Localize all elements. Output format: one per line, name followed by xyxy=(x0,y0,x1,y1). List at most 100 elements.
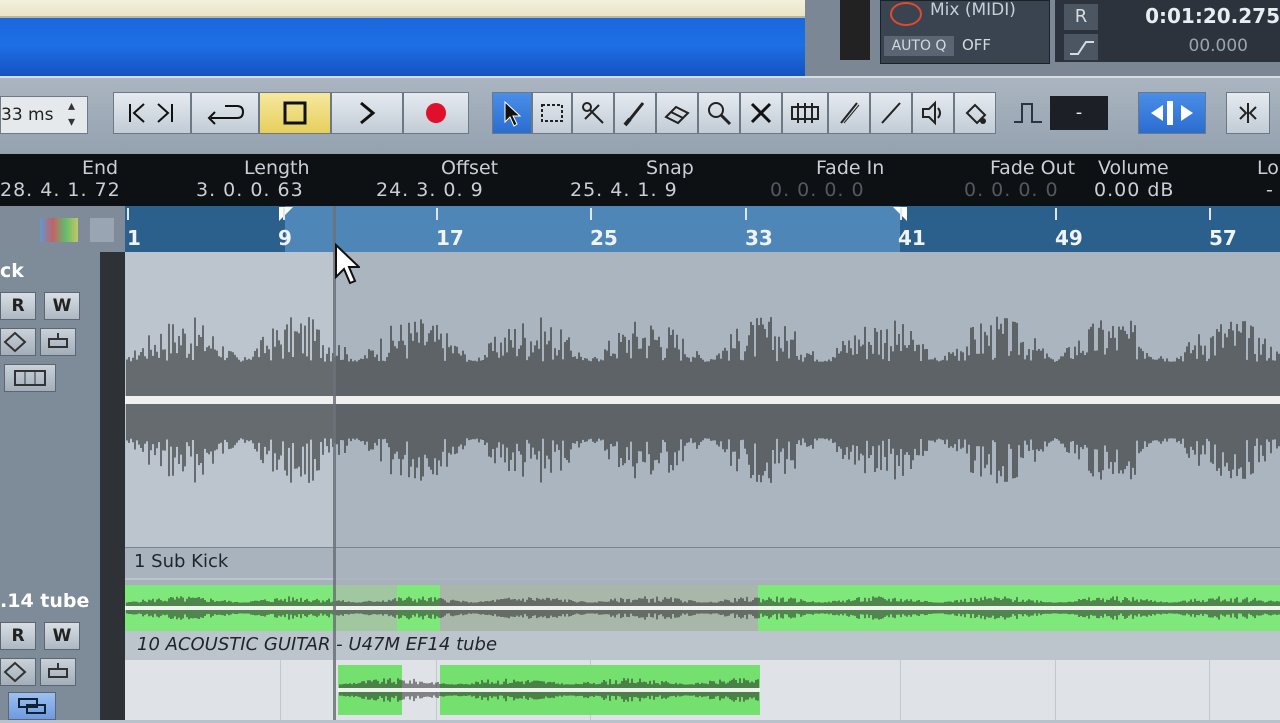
color-tool[interactable] xyxy=(954,92,996,134)
read-button[interactable]: R xyxy=(1064,4,1098,30)
info-header-offset: Offset xyxy=(441,157,499,179)
autoq-button[interactable]: AUTO Q xyxy=(884,36,954,56)
grid-line xyxy=(1209,660,1210,720)
project-window-titlebar xyxy=(0,0,805,76)
ruler-tick xyxy=(900,208,902,220)
ruler-label: 33 xyxy=(745,226,773,250)
ruler-label: 25 xyxy=(590,226,618,250)
spin-arrows-icon[interactable]: ▴ ▾ xyxy=(68,98,75,130)
split-tool[interactable] xyxy=(572,92,614,134)
magnifier-icon xyxy=(708,102,732,126)
ruler-tick xyxy=(436,208,438,220)
ruler-tick xyxy=(127,208,129,220)
info-value-fade-in[interactable]: 0. 0. 0. 0 xyxy=(770,179,865,201)
speaker-icon xyxy=(922,100,941,126)
stop-button[interactable] xyxy=(259,92,331,134)
erase-tool[interactable] xyxy=(656,92,698,134)
audio-event-name-bar: 1 Sub Kick xyxy=(125,547,1280,578)
suspend-scroll-button[interactable] xyxy=(1226,92,1270,134)
secondary-time-display: 00.000 xyxy=(1188,36,1248,56)
grid-line xyxy=(1055,660,1056,720)
info-value-fade-out[interactable]: 0. 0. 0. 0 xyxy=(964,179,1059,201)
snap-icon[interactable] xyxy=(1010,96,1046,130)
mix-midi-select[interactable]: Mix (MIDI) xyxy=(930,0,1016,20)
glue-tool[interactable] xyxy=(614,92,656,134)
audio-event-name-bar: 10 ACOUSTIC GUITAR - U47M EF14 tube xyxy=(125,631,1280,660)
range-select-icon xyxy=(541,104,563,122)
info-value-length[interactable]: 3. 0. 0. 63 xyxy=(196,179,304,201)
ruler-label: 41 xyxy=(898,226,926,250)
info-header-fade-out: Fade Out xyxy=(990,157,1076,179)
audio-waveform xyxy=(125,596,1280,620)
time-warp-icon xyxy=(791,103,819,123)
ruler-label: 17 xyxy=(436,226,464,250)
mute-tool[interactable] xyxy=(740,92,782,134)
ruler-label: 57 xyxy=(1209,226,1237,250)
write-button[interactable]: W xyxy=(44,622,80,650)
automation-icon[interactable] xyxy=(40,658,76,686)
line-tool[interactable] xyxy=(870,92,912,134)
auto-scroll-icon xyxy=(1151,101,1193,125)
ruler-option-button[interactable] xyxy=(90,218,114,242)
ruler-tick xyxy=(745,208,747,220)
diamond-icon[interactable] xyxy=(0,328,36,356)
info-value-lock[interactable]: - xyxy=(1266,179,1274,201)
line-icon xyxy=(881,102,901,124)
lanes-icon[interactable] xyxy=(8,692,56,720)
ruler-tick xyxy=(283,208,285,220)
ruler-tick xyxy=(590,208,592,220)
left-locator-icon[interactable] xyxy=(279,206,293,225)
automation-icon[interactable] xyxy=(40,328,76,356)
autoq-value: OFF xyxy=(962,36,992,54)
track-name[interactable]: ck xyxy=(0,260,24,282)
record-icon xyxy=(426,103,446,123)
waveform-core xyxy=(338,688,760,692)
x-icon xyxy=(750,102,772,124)
info-value-volume[interactable]: 0.00 dB xyxy=(1094,179,1174,201)
play-audition-tool[interactable] xyxy=(912,92,954,134)
audio-event-name: 10 ACOUSTIC GUITAR - U47M EF14 tube xyxy=(137,634,498,655)
level-meter xyxy=(840,0,870,60)
play-button[interactable] xyxy=(331,92,403,134)
info-header-fade-in: Fade In xyxy=(816,157,885,179)
quantize-select[interactable]: - xyxy=(1050,96,1108,130)
waveform-core xyxy=(125,396,1280,404)
read-button[interactable]: R xyxy=(0,292,36,320)
auto-scroll-button[interactable] xyxy=(1138,92,1206,134)
arrow-icon xyxy=(504,100,522,127)
collapse-icon xyxy=(1239,103,1257,123)
info-value-snap[interactable]: 25. 4. 1. 9 xyxy=(570,179,678,201)
track-colors-icon[interactable] xyxy=(40,218,78,242)
audio-event-name: 1 Sub Kick xyxy=(134,551,229,572)
play-icon xyxy=(360,101,376,125)
info-header-length: Length xyxy=(244,157,310,179)
write-button[interactable]: W xyxy=(44,292,80,320)
record-button[interactable] xyxy=(403,92,469,134)
info-header-end: End xyxy=(82,157,119,179)
diamond-icon[interactable] xyxy=(0,658,36,686)
audio-waveform xyxy=(338,678,760,702)
scissors-icon xyxy=(582,102,604,124)
info-value-end[interactable]: 28. 4. 1. 72 xyxy=(0,179,121,201)
goto-start-button[interactable] xyxy=(113,92,191,134)
info-header-snap: Snap xyxy=(646,157,694,179)
draw-tool[interactable] xyxy=(828,92,870,134)
cycle-icon xyxy=(207,105,245,125)
keyboard-icon[interactable] xyxy=(4,364,56,392)
read-button[interactable]: R xyxy=(0,622,36,650)
track-name[interactable]: .14 tube xyxy=(0,590,89,612)
audio-waveform xyxy=(125,316,1280,484)
info-header-volume: Volume xyxy=(1098,157,1169,179)
track-list-divider[interactable] xyxy=(100,252,125,720)
eraser-icon xyxy=(664,105,690,125)
time-warp-tool[interactable] xyxy=(782,92,828,134)
cycle-button[interactable] xyxy=(191,92,259,134)
info-value-offset[interactable]: 24. 3. 0. 9 xyxy=(376,179,484,201)
midi-logo-icon xyxy=(890,2,922,26)
ramp-icon[interactable] xyxy=(1064,34,1098,60)
pencil-icon xyxy=(840,102,860,124)
zoom-tool[interactable] xyxy=(698,92,740,134)
primary-time-display: 0:01:20.275 xyxy=(1145,4,1280,28)
object-select-tool[interactable] xyxy=(492,92,532,134)
range-select-tool[interactable] xyxy=(532,92,572,134)
